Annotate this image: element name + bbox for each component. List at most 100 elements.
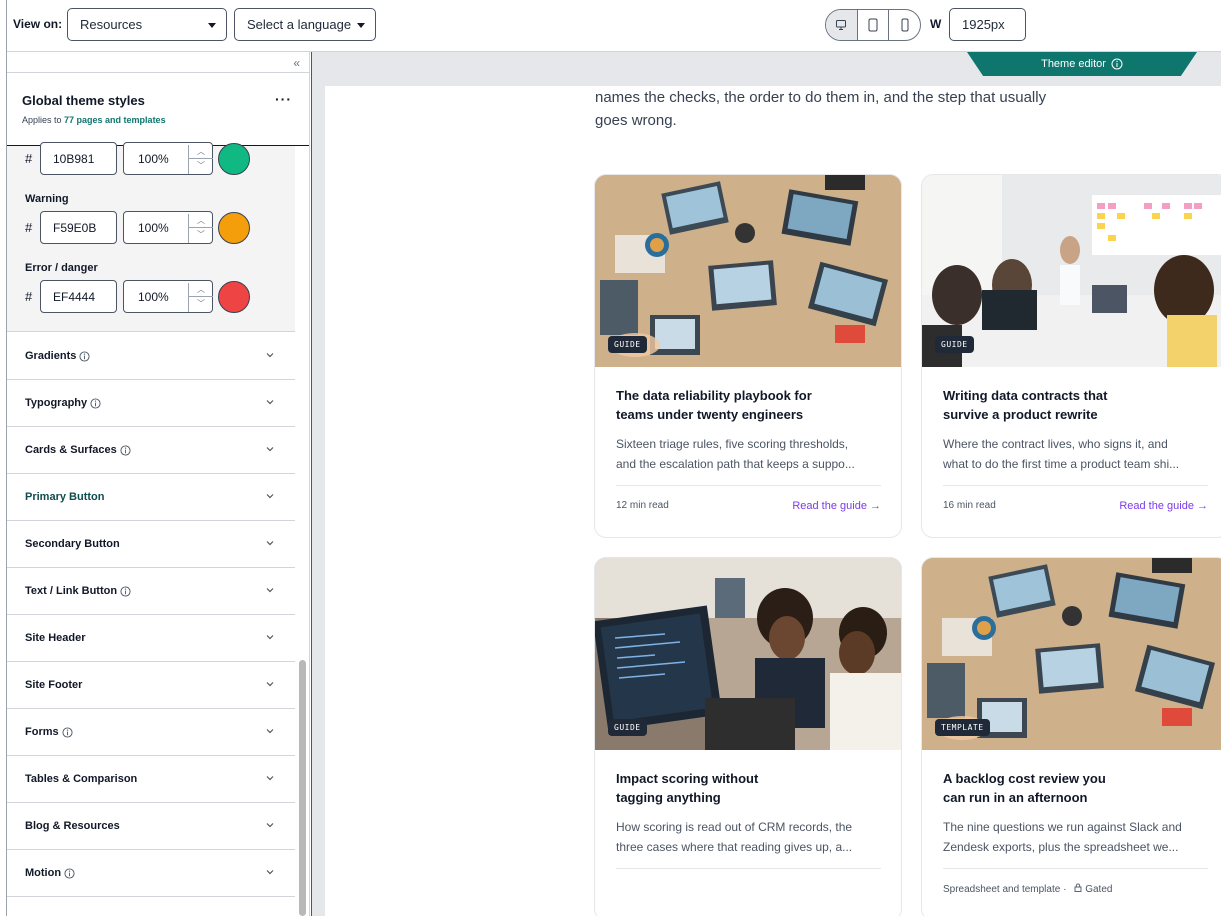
chevron-down-icon	[266, 870, 274, 875]
card-title[interactable]: Impact scoring without tagging anything	[616, 769, 876, 807]
section-text-link-button[interactable]: Text / Link Button	[7, 568, 295, 615]
section-label: Motion	[25, 867, 75, 879]
preview-canvas: names the checks, the order to do them i…	[325, 86, 1221, 916]
sidebar-scrollbar[interactable]	[299, 660, 306, 916]
section-label: Blog & Resources	[25, 820, 120, 832]
view-select[interactable]: Resources	[67, 8, 227, 41]
chevron-down-icon	[266, 353, 274, 358]
section-typography[interactable]: Typography	[7, 380, 295, 427]
more-options-icon[interactable]: ···	[275, 91, 292, 107]
color-swatch[interactable]	[218, 212, 250, 244]
opacity-stepper[interactable]: ︿ ﹀	[188, 283, 213, 312]
tablet-view-button[interactable]	[858, 10, 890, 40]
section-label: Tables & Comparison	[25, 773, 138, 785]
desktop-view-button[interactable]	[826, 10, 858, 40]
hash-label: #	[25, 151, 33, 166]
card-description: Sixteen triage rules, five scoring thres…	[616, 437, 855, 471]
sidebar-header: Global theme styles Applies to 77 pages …	[7, 72, 309, 146]
info-icon[interactable]	[120, 444, 131, 456]
hex-input[interactable]: 10B981	[40, 142, 117, 175]
theme-editor-label: Theme editor	[1041, 58, 1106, 70]
section-forms[interactable]: Forms	[7, 709, 295, 756]
chevron-down-icon	[208, 23, 216, 28]
info-icon[interactable]	[79, 350, 90, 362]
card-meta: 12 min read	[616, 500, 669, 511]
card-title[interactable]: A backlog cost review you can run in an a…	[943, 769, 1203, 807]
opacity-input[interactable]: 100% ︿ ﹀	[123, 280, 213, 313]
pages-link[interactable]: 77 pages and templates	[64, 115, 166, 125]
card-description: Where the contract lives, who signs it, …	[943, 437, 1180, 471]
color-swatch[interactable]	[218, 143, 250, 175]
language-select-value: Select a language	[247, 17, 352, 32]
color-label: Error / danger	[25, 262, 98, 274]
section-label: Text / Link Button	[25, 585, 131, 597]
resource-card[interactable]: GUIDE Impact scoring without tagging anyth…	[594, 557, 902, 916]
card-meta: Spreadsheet and template	[943, 884, 1061, 895]
read-guide-link[interactable]: Read the guide →	[792, 500, 881, 512]
card-badge: GUIDE	[935, 336, 974, 353]
card-badge: GUIDE	[608, 719, 647, 736]
card-badge: TEMPLATE	[935, 719, 990, 736]
section-gradients[interactable]: Gradients	[7, 333, 295, 380]
intro-text: names the checks, the order to do them i…	[595, 89, 1047, 129]
section-label: Primary Button	[25, 491, 105, 503]
mobile-view-button[interactable]	[889, 10, 920, 40]
theme-editor-tab[interactable]: Theme editor	[967, 52, 1197, 76]
card-footer: Spreadsheet and template · Gated	[943, 868, 1208, 895]
gated-label: Gated	[1085, 884, 1113, 895]
read-guide-link[interactable]: Read the guide →	[1119, 500, 1208, 512]
section-label: Site Header	[25, 632, 86, 644]
mobile-icon	[901, 18, 909, 32]
tablet-icon	[868, 18, 878, 32]
info-icon[interactable]	[64, 867, 75, 879]
card-footer: 16 min read Read the guide →	[943, 485, 1208, 512]
section-site-header[interactable]: Site Header	[7, 615, 295, 662]
hash-label: #	[25, 289, 33, 304]
hex-input[interactable]: EF4444	[40, 280, 117, 313]
opacity-input[interactable]: 100% ︿ ﹀	[123, 211, 213, 244]
info-icon[interactable]	[90, 397, 101, 409]
section-cards-surfaces[interactable]: Cards & Surfaces	[7, 427, 295, 474]
resource-card[interactable]: TEMPLATE A backlog cost review you can run…	[921, 557, 1221, 916]
info-icon[interactable]	[120, 585, 131, 597]
collapse-sidebar-icon[interactable]: «	[293, 56, 300, 70]
lock-icon	[1074, 883, 1082, 895]
section-blog-resources[interactable]: Blog & Resources	[7, 803, 295, 850]
hash-label: #	[25, 220, 33, 235]
card-badge: GUIDE	[608, 336, 647, 353]
card-footer	[616, 868, 881, 883]
chevron-down-icon	[266, 588, 274, 593]
width-input[interactable]: 1925px	[949, 8, 1026, 41]
resource-card[interactable]: GUIDE The data reliability playbook for te…	[594, 174, 902, 538]
opacity-input[interactable]: 100% ︿ ﹀	[123, 142, 213, 175]
card-description: How scoring is read out of CRM records, …	[616, 820, 853, 854]
section-label: Typography	[25, 397, 101, 409]
section-secondary-button[interactable]: Secondary Button	[7, 521, 295, 568]
chevron-down-icon	[266, 494, 274, 499]
card-title[interactable]: The data reliability playbook for teams u…	[616, 386, 876, 424]
color-row-warning: # F59E0B 100% ︿ ﹀	[7, 211, 295, 245]
opacity-stepper[interactable]: ︿ ﹀	[188, 145, 213, 174]
color-swatch[interactable]	[218, 281, 250, 313]
top-toolbar: View on: Resources Select a language W 1…	[0, 0, 1221, 52]
section-site-footer[interactable]: Site Footer	[7, 662, 295, 709]
chevron-down-icon	[357, 23, 365, 28]
section-label: Site Footer	[25, 679, 83, 691]
color-row-error: # EF4444 100% ︿ ﹀	[7, 280, 295, 314]
section-primary-button[interactable]: Primary Button	[7, 474, 295, 521]
hex-input[interactable]: F59E0B	[40, 211, 117, 244]
opacity-stepper[interactable]: ︿ ﹀	[188, 214, 213, 243]
section-label: Gradients	[25, 350, 90, 362]
card-title[interactable]: Writing data contracts that survive a pro…	[943, 386, 1203, 424]
language-select[interactable]: Select a language	[234, 8, 376, 41]
desktop-icon	[836, 20, 847, 30]
section-tables-comparison[interactable]: Tables & Comparison	[7, 756, 295, 803]
resource-card[interactable]: GUIDE Writing data contracts that survive …	[921, 174, 1221, 538]
chevron-down-icon	[266, 682, 274, 687]
view-on-label: View on:	[13, 17, 63, 31]
color-label: Warning	[25, 193, 69, 205]
info-icon[interactable]	[62, 726, 73, 738]
chevron-down-icon	[266, 400, 274, 405]
section-label: Secondary Button	[25, 538, 120, 550]
section-motion[interactable]: Motion	[7, 850, 295, 897]
